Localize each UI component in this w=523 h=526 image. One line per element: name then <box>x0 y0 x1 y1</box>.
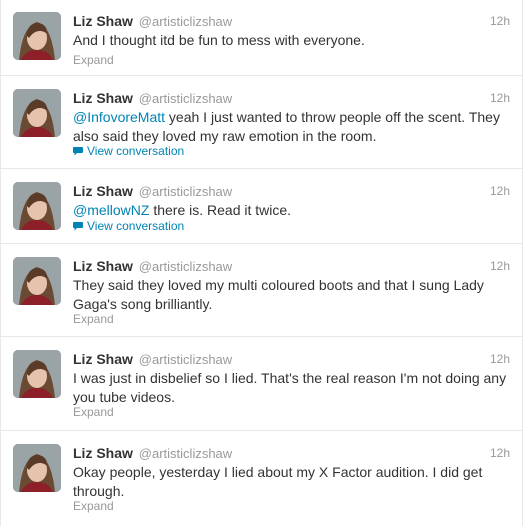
avatar[interactable] <box>13 89 61 137</box>
view-conversation-label: View conversation <box>87 219 185 233</box>
author-fullname[interactable]: Liz Shaw <box>73 90 133 106</box>
tweet-text-line2: you tube videos. <box>73 389 175 405</box>
expand-label: Expand <box>73 53 114 67</box>
tweet-timestamp[interactable]: 12h <box>490 12 510 30</box>
tweet[interactable]: Liz Shaw @artisticlizshaw 12h They said … <box>1 245 522 337</box>
speech-bubble-icon <box>73 222 83 231</box>
author-username[interactable]: @artisticlizshaw <box>139 446 232 461</box>
tweet-header: Liz Shaw @artisticlizshaw 12h <box>73 12 510 30</box>
tweet-text-line1: Okay people, yesterday I lied about my X… <box>73 464 483 480</box>
tweet[interactable]: Liz Shaw @artisticlizshaw 12h And I thou… <box>1 0 522 76</box>
tweet-text-line2: also said they loved my raw emotion in t… <box>73 128 377 144</box>
tweet-timeline: Liz Shaw @artisticlizshaw 12h And I thou… <box>0 0 523 526</box>
view-conversation-link[interactable]: View conversation <box>73 143 184 159</box>
avatar[interactable] <box>13 350 61 398</box>
tweet-header: Liz Shaw @artisticlizshaw 12h <box>73 350 510 368</box>
tweet[interactable]: Liz Shaw @artisticlizshaw 12h Okay peopl… <box>1 432 522 526</box>
expand-label: Expand <box>73 405 114 419</box>
author-fullname[interactable]: Liz Shaw <box>73 445 133 461</box>
tweet-timestamp[interactable]: 12h <box>490 444 510 462</box>
author-username[interactable]: @artisticlizshaw <box>139 91 232 106</box>
author-fullname[interactable]: Liz Shaw <box>73 13 133 29</box>
tweet-header: Liz Shaw @artisticlizshaw 12h <box>73 182 510 200</box>
tweet-text: I was just in disbelief so I lied. That'… <box>73 369 510 407</box>
tweet-timestamp[interactable]: 12h <box>490 89 510 107</box>
tweet-header: Liz Shaw @artisticlizshaw 12h <box>73 444 510 462</box>
tweet-timestamp[interactable]: 12h <box>490 257 510 275</box>
author-username[interactable]: @artisticlizshaw <box>139 184 232 199</box>
tweet-timestamp[interactable]: 12h <box>490 350 510 368</box>
avatar[interactable] <box>13 444 61 492</box>
tweet-text-line2: Gaga's song brilliantly. <box>73 296 213 312</box>
view-conversation-label: View conversation <box>87 144 185 158</box>
author-fullname[interactable]: Liz Shaw <box>73 258 133 274</box>
author-username[interactable]: @artisticlizshaw <box>139 352 232 367</box>
tweet[interactable]: Liz Shaw @artisticlizshaw 12h I was just… <box>1 338 522 431</box>
expand-link[interactable]: Expand <box>73 498 114 514</box>
mention-link[interactable]: @mellowNZ <box>73 202 149 218</box>
tweet-text: @InfovoreMatt yeah I just wanted to thro… <box>73 108 510 146</box>
tweet-header: Liz Shaw @artisticlizshaw 12h <box>73 257 510 275</box>
avatar[interactable] <box>13 182 61 230</box>
avatar[interactable] <box>13 12 61 60</box>
tweet[interactable]: Liz Shaw @artisticlizshaw 12h @mellowNZ … <box>1 170 522 244</box>
tweet-text-line2: through. <box>73 483 125 499</box>
tweet-text: Okay people, yesterday I lied about my X… <box>73 463 510 501</box>
tweet-header: Liz Shaw @artisticlizshaw 12h <box>73 89 510 107</box>
tweet-text: They said they loved my multi coloured b… <box>73 276 510 314</box>
expand-link[interactable]: Expand <box>73 404 114 420</box>
tweet-text-line1: yeah I just wanted to throw people off t… <box>165 109 500 125</box>
expand-label: Expand <box>73 312 114 326</box>
expand-label: Expand <box>73 499 114 513</box>
mention-link[interactable]: @InfovoreMatt <box>73 109 165 125</box>
expand-link[interactable]: Expand <box>73 311 114 327</box>
view-conversation-link[interactable]: View conversation <box>73 218 184 234</box>
speech-bubble-icon <box>73 147 83 156</box>
author-username[interactable]: @artisticlizshaw <box>139 259 232 274</box>
author-username[interactable]: @artisticlizshaw <box>139 14 232 29</box>
tweet-text-line1: there is. Read it twice. <box>149 202 292 218</box>
tweet-text: And I thought itd be fun to mess with ev… <box>73 31 510 50</box>
tweet-timestamp[interactable]: 12h <box>490 182 510 200</box>
expand-link[interactable]: Expand <box>73 52 114 68</box>
tweet-text-line1: They said they loved my multi coloured b… <box>73 277 484 293</box>
tweet-text-line1: I was just in disbelief so I lied. That'… <box>73 370 507 386</box>
avatar[interactable] <box>13 257 61 305</box>
author-fullname[interactable]: Liz Shaw <box>73 183 133 199</box>
tweet-text-line1: And I thought itd be fun to mess with ev… <box>73 32 365 48</box>
author-fullname[interactable]: Liz Shaw <box>73 351 133 367</box>
tweet[interactable]: Liz Shaw @artisticlizshaw 12h @InfovoreM… <box>1 77 522 169</box>
